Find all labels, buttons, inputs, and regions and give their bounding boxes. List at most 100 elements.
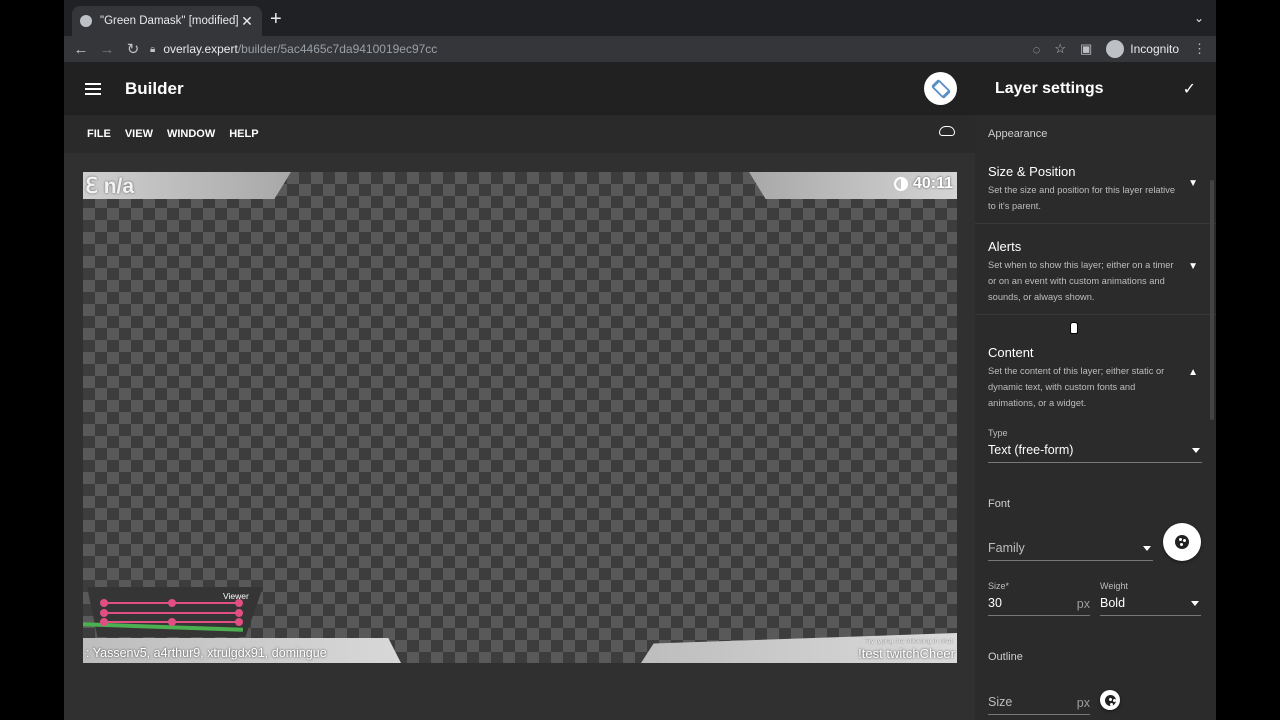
incognito-profile[interactable]: Incognito [1106,40,1179,58]
selection-handle[interactable] [235,599,243,607]
browser-window: "Green Damask" [modified] - B ✕ + ⌄ ← → … [64,0,1216,720]
page-title: Builder [125,79,184,98]
section-appearance: Appearance [988,128,1048,140]
font-size-label: Size* [988,581,1010,591]
font-family-select[interactable]: Family [988,541,1153,561]
font-size-value: 30 [988,596,1002,610]
bookmark-star-icon[interactable]: ☆ [1054,41,1066,57]
alerts-desc: Set when to show this layer; either on a… [988,260,1174,302]
chevron-down-icon[interactable]: ▼ [1188,178,1198,189]
divider [975,223,1216,224]
selection-handle[interactable] [235,618,243,626]
selection-handle[interactable] [100,599,108,607]
hamburger-menu-icon[interactable] [85,83,101,95]
font-weight-label: Weight [1100,581,1128,591]
overlay-timer[interactable]: 40:11 [893,175,953,193]
toolbar-right: ◌ ☆ ▣ Incognito ⋮ [1033,36,1206,62]
size-position-desc: Set the size and position for this layer… [988,185,1176,211]
font-size-input[interactable]: 30 px [988,596,1090,616]
overlay-chat-command[interactable]: !test twitchCheer [858,646,955,661]
font-weight-value: Bold [1100,596,1126,610]
outline-label: Outline [988,651,1023,663]
panel-scrollbar[interactable] [1210,180,1214,420]
content-expander[interactable]: Content Set the content of this layer; e… [975,345,1216,411]
forward-icon[interactable]: → [94,41,120,58]
content-title: Content [988,345,1034,360]
favicon-icon [80,15,92,27]
timer-icon [893,177,908,191]
url-host: overlay.expert [163,42,238,56]
font-weight-field: Weight Bold [1100,581,1201,616]
app-logo-icon[interactable] [924,72,957,105]
size-position-expander[interactable]: Size & Position Set the size and positio… [975,164,1216,214]
size-position-title: Size & Position [988,164,1076,179]
outline-color-palette-button[interactable] [1100,690,1120,710]
cloud-save-icon[interactable] [939,126,955,136]
close-tab-icon[interactable]: ✕ [240,13,254,30]
dropdown-caret-icon [1192,448,1200,453]
selection-handle[interactable] [100,609,108,617]
selection-line [105,612,241,614]
menu-file[interactable]: FILE [87,128,111,140]
selection-handle[interactable] [100,618,108,626]
content-desc: Set the content of this layer; either st… [988,366,1165,408]
panel-header: Layer settings ✓ [975,63,1216,115]
incognito-icon [1106,40,1125,58]
browser-toolbar: ← → ↻ 🔒︎ overlay.expert/builder/5ac4465c… [64,36,1216,62]
menu-view[interactable]: VIEW [125,128,153,140]
layer-settings-panel: Layer settings ✓ Appearance Size & Posit… [975,63,1216,720]
menu-bar: FILE VIEW WINDOW HELP [64,115,975,153]
menu-window[interactable]: WINDOW [167,128,215,140]
reload-icon[interactable]: ↻ [120,40,146,58]
font-color-palette-button[interactable] [1163,523,1201,561]
overlay-chat-hint: Try typing the following in chat: [865,638,954,645]
type-select[interactable]: Text (free-form) [988,443,1202,463]
app-header: Builder [64,63,975,115]
new-tab-icon[interactable]: + [270,9,282,29]
browser-tab[interactable]: "Green Damask" [modified] - B ✕ [72,6,262,36]
eye-off-icon[interactable]: ◌ [1033,42,1041,57]
selection-handle[interactable] [235,609,243,617]
timer-value: 40:11 [912,175,953,192]
back-icon[interactable]: ← [68,41,94,58]
overlay-top-left-text[interactable]: ℇ n/a [85,174,134,199]
confirm-check-icon[interactable]: ✓ [1183,79,1196,99]
lock-icon: 🔒︎ [150,43,156,55]
font-label: Font [988,498,1011,510]
outline-size-unit: px [1076,696,1090,710]
tab-strip: "Green Damask" [modified] - B ✕ + ⌄ [64,0,1216,36]
workspace: ℇ n/a 40:11 Viewer : Yassenv5, a4rthur9,… [64,153,975,720]
font-size-unit: px [1076,597,1090,611]
font-size-field: Size* 30 px [988,581,1090,616]
selection-handle[interactable] [168,618,176,626]
url-path: /builder/5ac4465c7da9410019ec97cc [237,42,438,56]
palette-icon [1175,535,1189,549]
font-weight-select[interactable]: Bold [1100,596,1201,616]
type-value: Text (free-form) [988,443,1074,457]
selection-handle[interactable] [168,599,176,607]
chevron-down-icon[interactable]: ▼ [1188,261,1198,272]
mouse-cursor-icon [1070,322,1078,334]
browser-menu-icon[interactable]: ⋮ [1193,41,1206,57]
outline-size-placeholder: Size [988,695,1013,709]
tab-title: "Green Damask" [modified] - B [100,15,240,27]
divider [975,314,1216,315]
incognito-label: Incognito [1130,42,1179,56]
dropdown-caret-icon [1191,601,1199,606]
panel-title: Layer settings [995,80,1104,97]
overlay-canvas[interactable]: ℇ n/a 40:11 Viewer : Yassenv5, a4rthur9,… [83,172,957,663]
chevron-up-icon[interactable]: ▲ [1188,367,1198,378]
tab-search-chevron-icon[interactable]: ⌄ [1194,11,1204,25]
alerts-title: Alerts [988,239,1022,254]
outline-size-input[interactable]: Size px [988,695,1090,715]
type-field: Type Text (free-form) [988,428,1202,463]
font-family-placeholder: Family [988,541,1025,555]
side-panel-icon[interactable]: ▣ [1080,41,1092,57]
dropdown-caret-icon [1143,546,1151,551]
address-bar[interactable]: 🔒︎ overlay.expert/builder/5ac4465c7da941… [150,36,930,62]
menu-help[interactable]: HELP [229,128,258,140]
overlay-followers-ticker[interactable]: : Yassenv5, a4rthur9, xtrulgdx91, doming… [86,646,327,660]
type-label: Type [988,428,1008,438]
palette-icon [1104,694,1116,706]
alerts-expander[interactable]: Alerts Set when to show this layer; eith… [975,239,1216,305]
